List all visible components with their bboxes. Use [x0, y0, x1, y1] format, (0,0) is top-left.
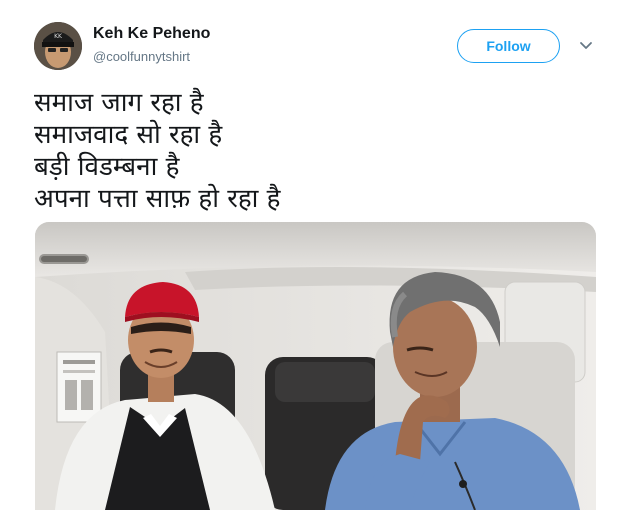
tweet-line: समाज जाग रहा है — [34, 88, 204, 118]
follow-button[interactable]: Follow — [457, 29, 560, 63]
avatar[interactable]: KK — [34, 22, 82, 70]
avatar-image: KK — [34, 22, 82, 70]
tweet-text: समाज जाग रहा है समाजवाद सो रहा है बड़ी व… — [34, 87, 594, 215]
author-handle[interactable]: @coolfunnytshirt — [93, 49, 190, 64]
follow-button-label: Follow — [486, 38, 531, 54]
photo-image — [35, 222, 596, 510]
chevron-down-icon[interactable] — [578, 37, 594, 53]
tweet-line: अपना पत्ता साफ़ हो रहा है — [34, 184, 281, 214]
author-name[interactable]: Keh Ke Peheno — [93, 25, 210, 43]
tweet-photo[interactable] — [35, 222, 596, 510]
svg-text:KK: KK — [54, 33, 63, 40]
tweet-line: बड़ी विडम्बना है — [34, 152, 180, 182]
tweet-line: समाजवाद सो रहा है — [34, 120, 223, 150]
